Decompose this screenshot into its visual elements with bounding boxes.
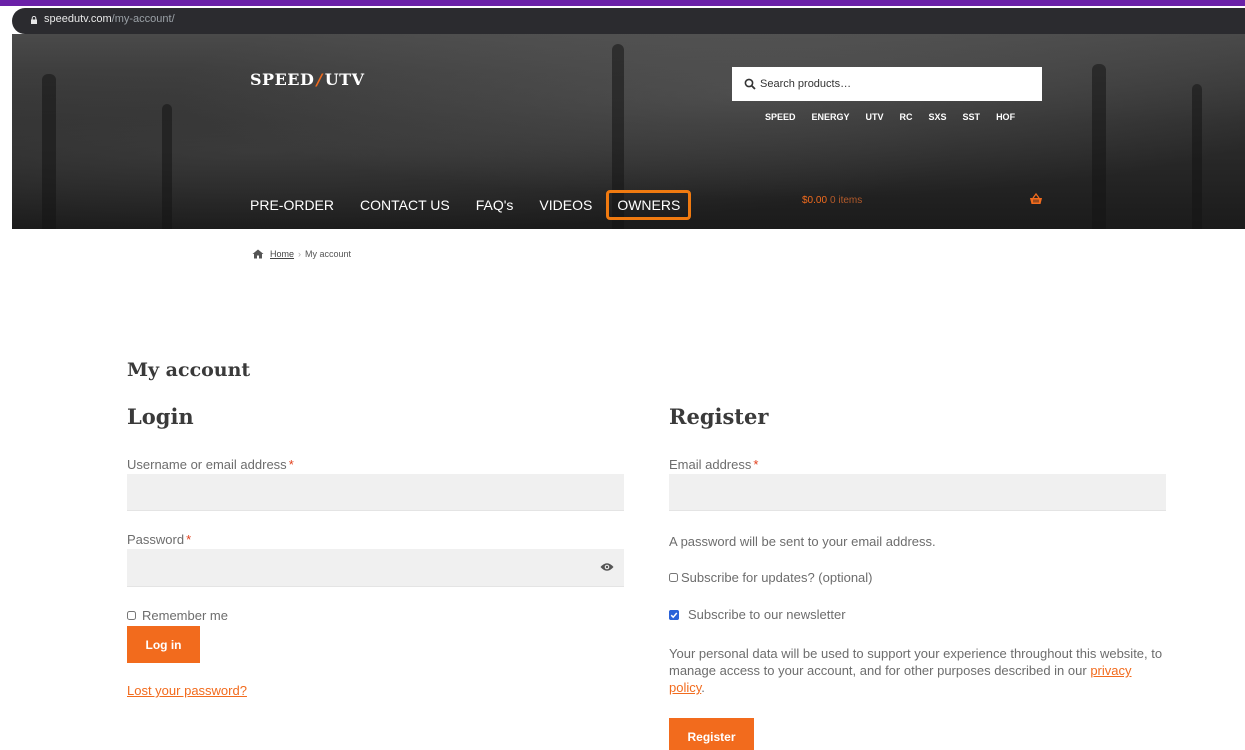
header-background-shape xyxy=(1192,84,1202,229)
username-label-text: Username or email address xyxy=(127,457,287,472)
username-label: Username or email address * xyxy=(127,457,294,472)
privacy-notice: Your personal data will be used to suppo… xyxy=(669,645,1169,696)
basket-icon[interactable] xyxy=(1029,193,1043,205)
required-mark: * xyxy=(186,532,192,547)
secnav-energy[interactable]: ENERGY xyxy=(812,112,850,122)
secnav-sxs[interactable]: SXS xyxy=(929,112,947,122)
remember-me-checkbox[interactable] xyxy=(127,611,136,620)
site-logo[interactable]: SPEED / UTV xyxy=(250,70,364,89)
logo-speed: SPEED xyxy=(250,70,315,89)
breadcrumb-separator: › xyxy=(298,249,302,259)
product-search xyxy=(732,67,1042,101)
secnav-hof[interactable]: HOF xyxy=(996,112,1015,122)
home-icon xyxy=(252,249,264,259)
register-button[interactable]: Register xyxy=(669,718,754,750)
newsletter-label: Subscribe to our newsletter xyxy=(688,607,846,622)
address-field[interactable] xyxy=(12,8,1245,34)
privacy-end: . xyxy=(701,680,705,695)
search-input[interactable] xyxy=(760,67,1030,101)
lost-password-link[interactable]: Lost your password? xyxy=(127,683,247,698)
header-background-shape xyxy=(162,104,172,229)
main-nav: PRE-ORDER CONTACT US FAQ's VIDEOS OWNERS xyxy=(250,190,717,220)
required-mark: * xyxy=(288,457,294,472)
breadcrumb-current: My account xyxy=(305,249,352,259)
subscribe-updates-label: Subscribe for updates? (optional) xyxy=(681,570,873,585)
nav-contact-us[interactable]: CONTACT US xyxy=(360,197,450,213)
remember-me-label: Remember me xyxy=(142,608,228,623)
secnav-speed[interactable]: SPEED xyxy=(765,112,796,122)
lock-icon xyxy=(31,16,37,24)
subscribe-updates-row[interactable]: Subscribe for updates? (optional) xyxy=(669,570,873,585)
browser-url-bar: speedutv.com/my-account/ xyxy=(0,0,1245,34)
cart-total: $0.00 xyxy=(802,195,828,206)
show-password-eye-icon[interactable] xyxy=(600,562,614,572)
email-label-text: Email address xyxy=(669,457,752,472)
nav-videos[interactable]: VIDEOS xyxy=(539,197,592,213)
privacy-text: Your personal data will be used to suppo… xyxy=(669,646,1163,678)
logo-slash: / xyxy=(316,70,323,89)
password-input[interactable] xyxy=(127,549,624,587)
login-button[interactable]: Log in xyxy=(127,626,200,663)
cart-summary[interactable]: $0.00 0 items xyxy=(802,195,862,206)
secnav-rc[interactable]: RC xyxy=(900,112,913,122)
header-background-shape xyxy=(1092,64,1106,229)
url-path: /my-account/ xyxy=(111,13,175,25)
remember-me-row[interactable]: Remember me xyxy=(127,608,228,623)
nav-owners[interactable]: OWNERS xyxy=(606,190,692,220)
nav-pre-order[interactable]: PRE-ORDER xyxy=(250,197,334,213)
page-title: My account xyxy=(127,359,251,381)
header-background-shape xyxy=(42,74,56,229)
login-heading: Login xyxy=(127,404,194,429)
secnav-sst[interactable]: SST xyxy=(963,112,981,122)
register-heading: Register xyxy=(669,404,769,429)
email-label: Email address * xyxy=(669,457,758,472)
breadcrumb-home-link[interactable]: Home xyxy=(270,249,294,259)
search-icon xyxy=(744,78,756,90)
password-note: A password will be sent to your email ad… xyxy=(669,534,936,549)
site-header: SPEED/UTV SPEED ENERGY UTV RC SXS SST HO… xyxy=(12,34,1245,229)
newsletter-row[interactable]: Subscribe to our newsletter xyxy=(669,607,846,622)
password-label-text: Password xyxy=(127,532,185,547)
password-label: Password * xyxy=(127,532,191,547)
subscribe-updates-checkbox[interactable] xyxy=(669,573,678,582)
url-host: speedutv.com xyxy=(44,13,112,25)
browser-top-line xyxy=(0,0,1245,6)
secnav-utv[interactable]: UTV xyxy=(866,112,884,122)
username-input[interactable] xyxy=(127,474,624,511)
newsletter-checkbox-checked[interactable] xyxy=(669,609,679,620)
url-text[interactable]: speedutv.com/my-account/ xyxy=(44,13,175,25)
required-mark: * xyxy=(753,457,759,472)
register-email-input[interactable] xyxy=(669,474,1166,511)
secondary-nav: SPEED ENERGY UTV RC SXS SST HOF xyxy=(765,112,1031,122)
cart-items-count: 0 items xyxy=(830,195,863,206)
logo-utv: UTV xyxy=(324,70,365,89)
nav-faqs[interactable]: FAQ's xyxy=(476,197,514,213)
breadcrumb: Home › My account xyxy=(252,249,351,259)
